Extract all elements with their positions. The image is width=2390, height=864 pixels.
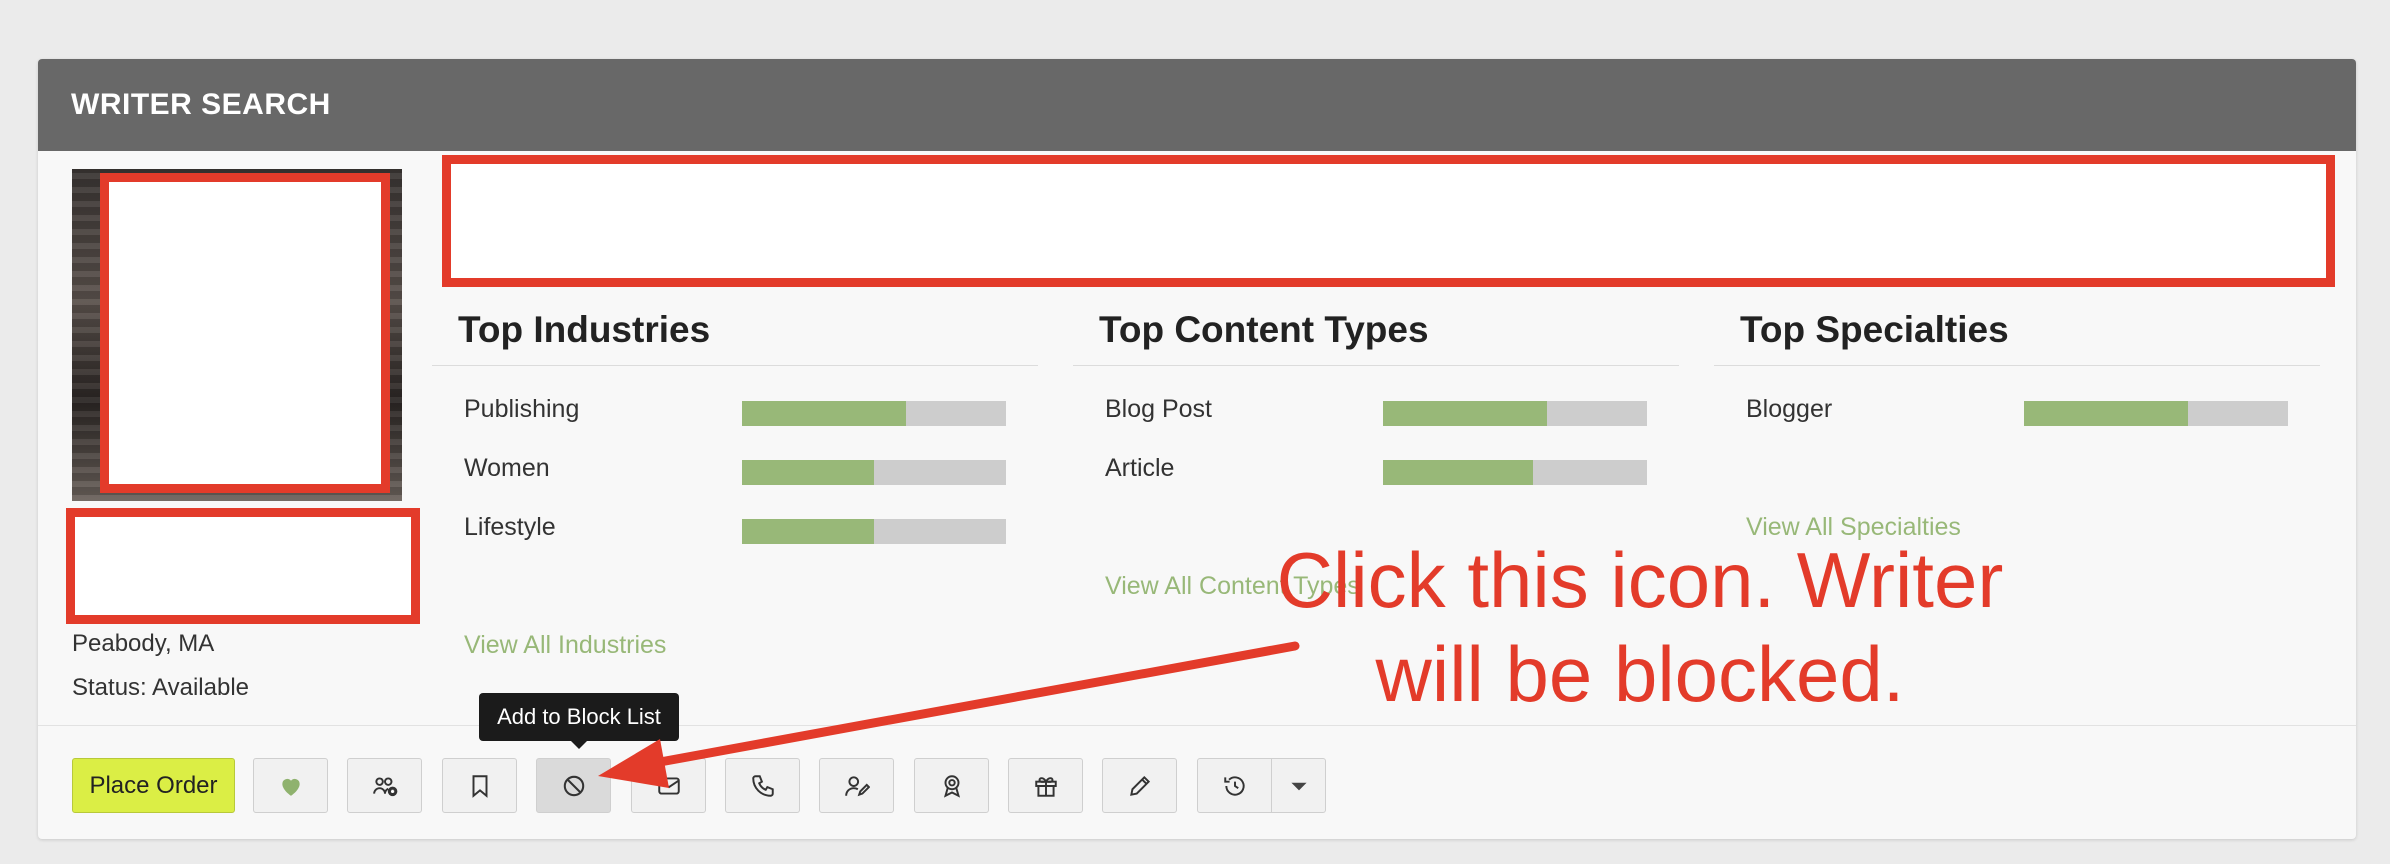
top-content-types: Top Content Types Blog Post Article View… <box>1073 309 1679 600</box>
list-item-label: Blogger <box>1746 395 1833 423</box>
mail-icon <box>657 776 680 795</box>
panel-title: WRITER SEARCH <box>71 88 331 121</box>
list-item: Lifestyle <box>432 497 1038 556</box>
edit-writer-button[interactable] <box>819 758 894 813</box>
annotation-text: Click this icon. Writer will be blocked. <box>1240 533 2040 721</box>
add-to-block-list-button[interactable] <box>536 758 611 813</box>
writer-location: Peabody, MA <box>72 630 215 657</box>
pencil-icon <box>1129 775 1150 796</box>
toolbar-divider <box>38 725 2356 726</box>
top-specialties-title: Top Specialties <box>1714 309 2320 366</box>
list-item-label: Article <box>1105 454 1175 482</box>
history-button[interactable] <box>1197 758 1272 813</box>
writer-search-panel: WRITER SEARCH Peabody, MA Status: Availa… <box>38 59 2356 839</box>
phone-button[interactable] <box>725 758 800 813</box>
add-to-team-button[interactable] <box>347 758 422 813</box>
award-button[interactable] <box>914 758 989 813</box>
award-icon <box>943 774 960 798</box>
block-icon <box>563 775 584 796</box>
redacted-photo <box>100 173 390 493</box>
redacted-headline <box>442 155 2335 287</box>
list-item: Blogger <box>1714 379 2320 438</box>
block-list-tooltip: Add to Block List <box>479 693 679 749</box>
list-item: Publishing <box>432 379 1038 438</box>
place-order-button[interactable]: Place Order <box>72 758 235 813</box>
list-item-label: Publishing <box>464 395 580 423</box>
view-all-industries-link[interactable]: View All Industries <box>464 631 666 660</box>
redacted-name <box>66 508 420 624</box>
list-item-label: Blog Post <box>1105 395 1213 423</box>
email-button[interactable] <box>631 758 706 813</box>
more-options-dropdown[interactable] <box>1271 758 1326 813</box>
level-bar <box>742 460 1006 485</box>
annotation-line-1: Click this icon. Writer <box>1276 536 2004 624</box>
level-bar <box>742 519 1006 544</box>
top-content-types-title: Top Content Types <box>1073 309 1679 366</box>
list-item: Article <box>1073 438 1679 497</box>
top-industries-title: Top Industries <box>432 309 1038 366</box>
gift-button[interactable] <box>1008 758 1083 813</box>
writer-status: Status: Available <box>72 674 250 701</box>
phone-icon <box>751 774 774 797</box>
annotation-line-2: will be blocked. <box>1375 630 1905 718</box>
level-bar <box>742 401 1006 426</box>
list-item: Blog Post <box>1073 379 1679 438</box>
level-bar <box>2024 401 2288 426</box>
level-bar <box>1383 460 1647 485</box>
gift-icon <box>1034 776 1057 797</box>
favorite-button[interactable] <box>253 758 328 813</box>
list-item: Women <box>432 438 1038 497</box>
user-edit-icon <box>844 775 870 796</box>
caret-down-icon <box>1290 782 1307 790</box>
top-specialties: Top Specialties Blogger View All Special… <box>1714 309 2320 541</box>
list-item-label: Women <box>464 454 550 482</box>
panel-header: WRITER SEARCH <box>38 59 2356 151</box>
user-plus-icon <box>372 776 397 796</box>
bookmark-icon <box>472 774 487 798</box>
list-item-label: Lifestyle <box>464 513 556 541</box>
level-bar <box>1383 401 1647 426</box>
heart-icon <box>281 778 300 796</box>
bookmark-button[interactable] <box>442 758 517 813</box>
history-icon <box>1223 775 1245 796</box>
write-note-button[interactable] <box>1102 758 1177 813</box>
top-industries: Top Industries Publishing Women Lifestyl… <box>432 309 1038 659</box>
